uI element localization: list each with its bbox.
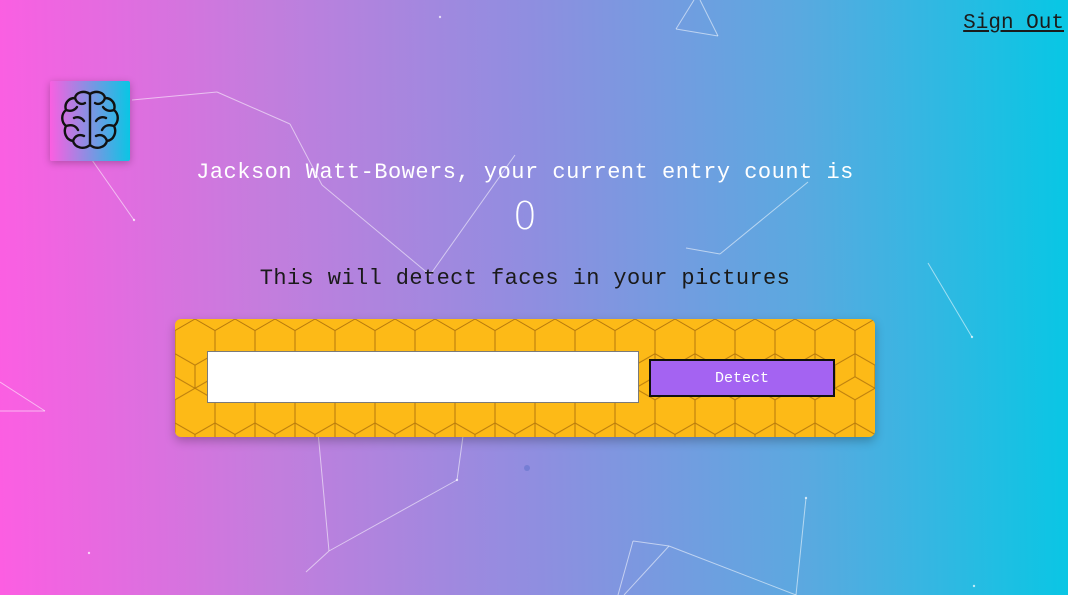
app-logo xyxy=(50,81,130,161)
detect-button[interactable]: Detect xyxy=(649,359,835,397)
entry-count-greeting: Jackson Watt-Bowers, your current entry … xyxy=(196,160,854,185)
image-url-input[interactable] xyxy=(207,351,639,403)
image-link-form: Detect xyxy=(175,319,875,437)
form-description: This will detect faces in your pictures xyxy=(259,266,791,291)
sign-out-link[interactable]: Sign Out xyxy=(963,12,1064,35)
brain-icon xyxy=(61,90,119,149)
particles-background xyxy=(0,0,976,595)
entry-count-value: 0 xyxy=(512,194,538,238)
